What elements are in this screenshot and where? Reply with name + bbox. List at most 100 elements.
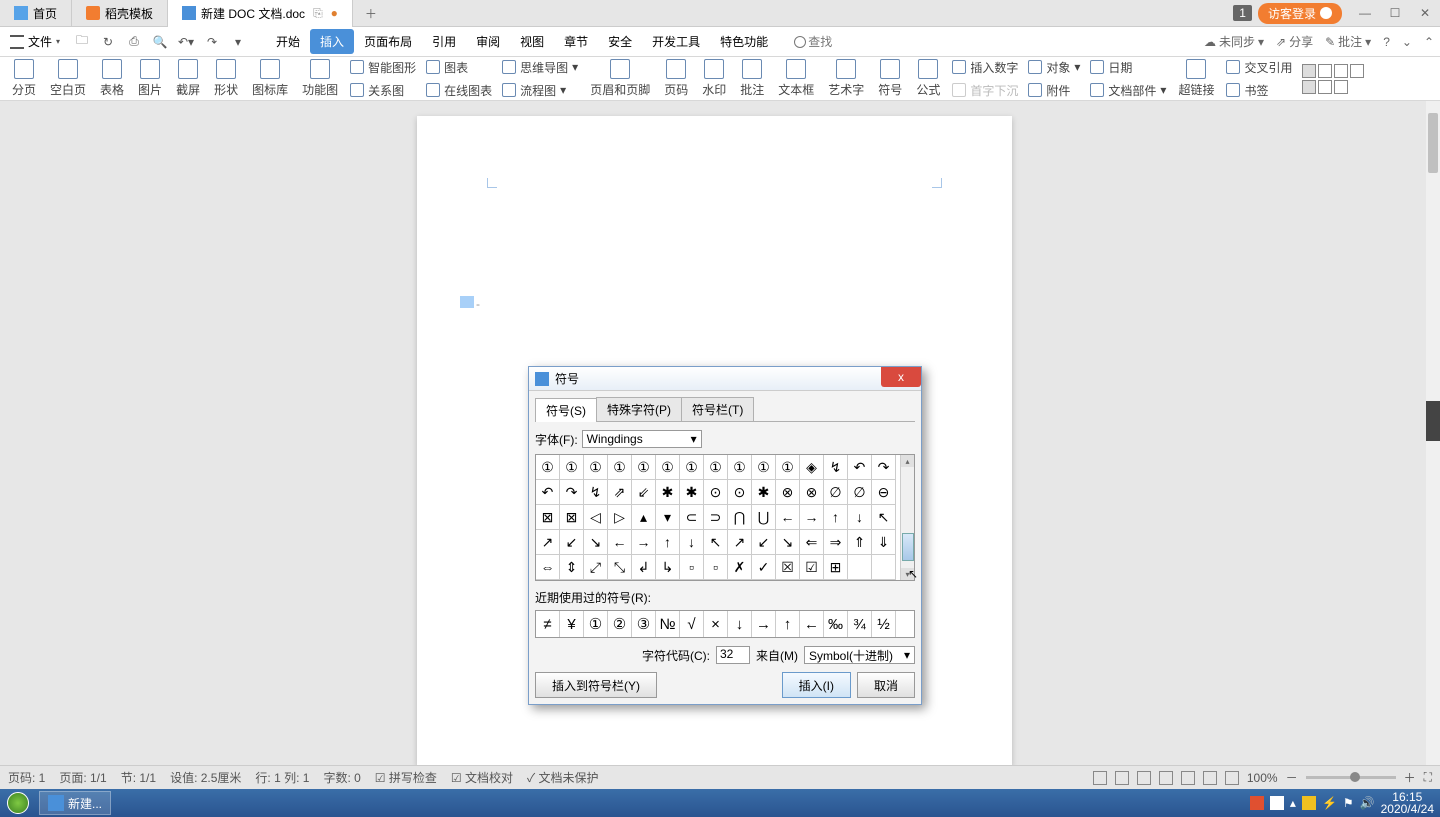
object-button[interactable]: 对象▾: [1024, 57, 1084, 78]
symbol-cell[interactable]: ⇔: [536, 555, 560, 580]
symbol-cell[interactable]: ↙: [560, 530, 584, 555]
symbol-cell[interactable]: [848, 555, 872, 580]
undo-icon[interactable]: ↶▾: [178, 34, 194, 50]
symbol-cell[interactable]: ①: [608, 455, 632, 480]
cross-reference-button[interactable]: 交叉引用: [1222, 57, 1296, 78]
symbol-cell[interactable]: ↯: [824, 455, 848, 480]
symbol-cell[interactable]: ✱: [656, 480, 680, 505]
tray-network-icon[interactable]: ⚡: [1322, 796, 1337, 810]
dialog-tab-0[interactable]: 符号(S): [535, 398, 597, 422]
status-page[interactable]: 页码: 1: [8, 769, 45, 786]
bookmark-button[interactable]: 书签: [1222, 80, 1296, 101]
symbol-cell[interactable]: ①: [656, 455, 680, 480]
symbol-cell[interactable]: ⊞: [824, 555, 848, 580]
symbol-cell[interactable]: ①: [752, 455, 776, 480]
vertical-scrollbar[interactable]: [1426, 101, 1440, 789]
symbol-cell[interactable]: ↓: [680, 530, 704, 555]
symbol-cell[interactable]: ↑: [824, 505, 848, 530]
table-button[interactable]: 表格: [94, 59, 130, 98]
symbol-cell[interactable]: ⊗: [776, 480, 800, 505]
symbol-cell[interactable]: ↷: [560, 480, 584, 505]
recent-symbol-cell[interactable]: →: [752, 611, 776, 637]
minimize-button[interactable]: —: [1350, 3, 1380, 23]
symbol-cell[interactable]: ↳: [656, 555, 680, 580]
page-number-button[interactable]: 页码: [658, 59, 694, 98]
fit-page-button[interactable]: ⛶: [1424, 770, 1432, 785]
symbol-cell[interactable]: [872, 555, 896, 580]
dialog-close-button[interactable]: x: [881, 367, 921, 387]
symbol-cell[interactable]: ①: [560, 455, 584, 480]
taskbar-app-wps[interactable]: 新建...: [39, 791, 111, 815]
save-icon[interactable]: 🗀: [74, 34, 90, 50]
menutab-1[interactable]: 插入: [310, 29, 354, 54]
symbol-cell[interactable]: ↓: [848, 505, 872, 530]
notify-badge[interactable]: 1: [1233, 5, 1252, 21]
symbol-cell[interactable]: ⇓: [872, 530, 896, 555]
view-icon-1[interactable]: [1093, 771, 1107, 785]
dialog-tab-1[interactable]: 特殊字符(P): [596, 397, 682, 421]
symbol-cell[interactable]: ⇐: [800, 530, 824, 555]
collapse-ribbon-up[interactable]: ⌃: [1424, 35, 1434, 49]
recent-symbol-cell[interactable]: ¥: [560, 611, 584, 637]
view-icon-2[interactable]: [1115, 771, 1129, 785]
symbol-cell[interactable]: ⊙: [728, 480, 752, 505]
zoom-thumb[interactable]: [1350, 772, 1360, 782]
close-window-button[interactable]: ✕: [1410, 3, 1440, 23]
symbol-cell[interactable]: ⊖: [872, 480, 896, 505]
symbol-button[interactable]: 符号: [872, 59, 908, 98]
font-dropdown[interactable]: Wingdings▾: [582, 430, 702, 448]
taskbar-clock[interactable]: 16:15 2020/4/24: [1381, 791, 1434, 815]
status-section[interactable]: 节: 1/1: [121, 769, 156, 786]
symbol-cell[interactable]: ↯: [584, 480, 608, 505]
relation-chart-button[interactable]: 关系图: [346, 80, 420, 101]
file-menu[interactable]: 文件: [6, 33, 64, 50]
view-grid-4[interactable]: [1350, 64, 1364, 78]
menutab-3[interactable]: 引用: [422, 29, 466, 54]
symbol-cell[interactable]: ↖: [704, 530, 728, 555]
tray-icon-1[interactable]: [1250, 796, 1264, 810]
tab-document[interactable]: 新建 DOC 文档.doc⎘●: [168, 0, 353, 27]
preview-icon[interactable]: 🔍: [152, 34, 168, 50]
login-badge[interactable]: 访客登录: [1258, 3, 1342, 24]
date-button[interactable]: 日期: [1086, 57, 1170, 78]
symbol-cell[interactable]: ⊂: [680, 505, 704, 530]
grid-scroll-thumb[interactable]: [902, 533, 914, 561]
tray-chevron-up-icon[interactable]: ▴: [1290, 796, 1296, 810]
symbol-cell[interactable]: ①: [536, 455, 560, 480]
symbol-cell[interactable]: ◁: [584, 505, 608, 530]
status-proof[interactable]: ☑ 文档校对: [451, 769, 513, 786]
symbol-cell[interactable]: ✱: [680, 480, 704, 505]
collapse-ribbon-down[interactable]: ⌄: [1402, 35, 1412, 49]
tab-home[interactable]: 首页: [0, 0, 72, 27]
symbol-cell[interactable]: ∅: [848, 480, 872, 505]
symbol-cell[interactable]: ↘: [776, 530, 800, 555]
symbol-cell[interactable]: ↗: [728, 530, 752, 555]
header-footer-button[interactable]: 页眉和页脚: [584, 59, 656, 98]
recent-symbol-cell[interactable]: ①: [584, 611, 608, 637]
wordart-button[interactable]: 艺术字: [822, 59, 870, 98]
menutab-6[interactable]: 章节: [554, 29, 598, 54]
cancel-button[interactable]: 取消: [857, 672, 915, 698]
view-grid-3[interactable]: [1334, 64, 1348, 78]
symbol-cell[interactable]: ←: [608, 530, 632, 555]
dialog-titlebar[interactable]: 符号 x: [529, 367, 921, 391]
insert-number-button[interactable]: 插入数字: [948, 57, 1022, 78]
symbol-cell[interactable]: ①: [776, 455, 800, 480]
maximize-button[interactable]: ☐: [1380, 3, 1410, 23]
view-grid-6[interactable]: [1318, 80, 1332, 94]
menutab-5[interactable]: 视图: [510, 29, 554, 54]
symbol-cell[interactable]: →: [800, 505, 824, 530]
symbol-cell[interactable]: ⋃: [752, 505, 776, 530]
tray-volume-icon[interactable]: 🔊: [1360, 796, 1375, 810]
status-pages[interactable]: 页面: 1/1: [59, 769, 106, 786]
scrollbar-thumb[interactable]: [1428, 113, 1438, 173]
recent-symbol-cell[interactable]: №: [656, 611, 680, 637]
symbol-cell[interactable]: ⊗: [800, 480, 824, 505]
recent-symbol-cell[interactable]: ¾: [848, 611, 872, 637]
symbol-cell[interactable]: ①: [704, 455, 728, 480]
view-grid-5[interactable]: [1302, 80, 1316, 94]
symbol-cell[interactable]: ↶: [848, 455, 872, 480]
screenshot-button[interactable]: 截屏: [170, 59, 206, 98]
redo-icon[interactable]: ↷: [204, 34, 220, 50]
symbol-cell[interactable]: ⇒: [824, 530, 848, 555]
